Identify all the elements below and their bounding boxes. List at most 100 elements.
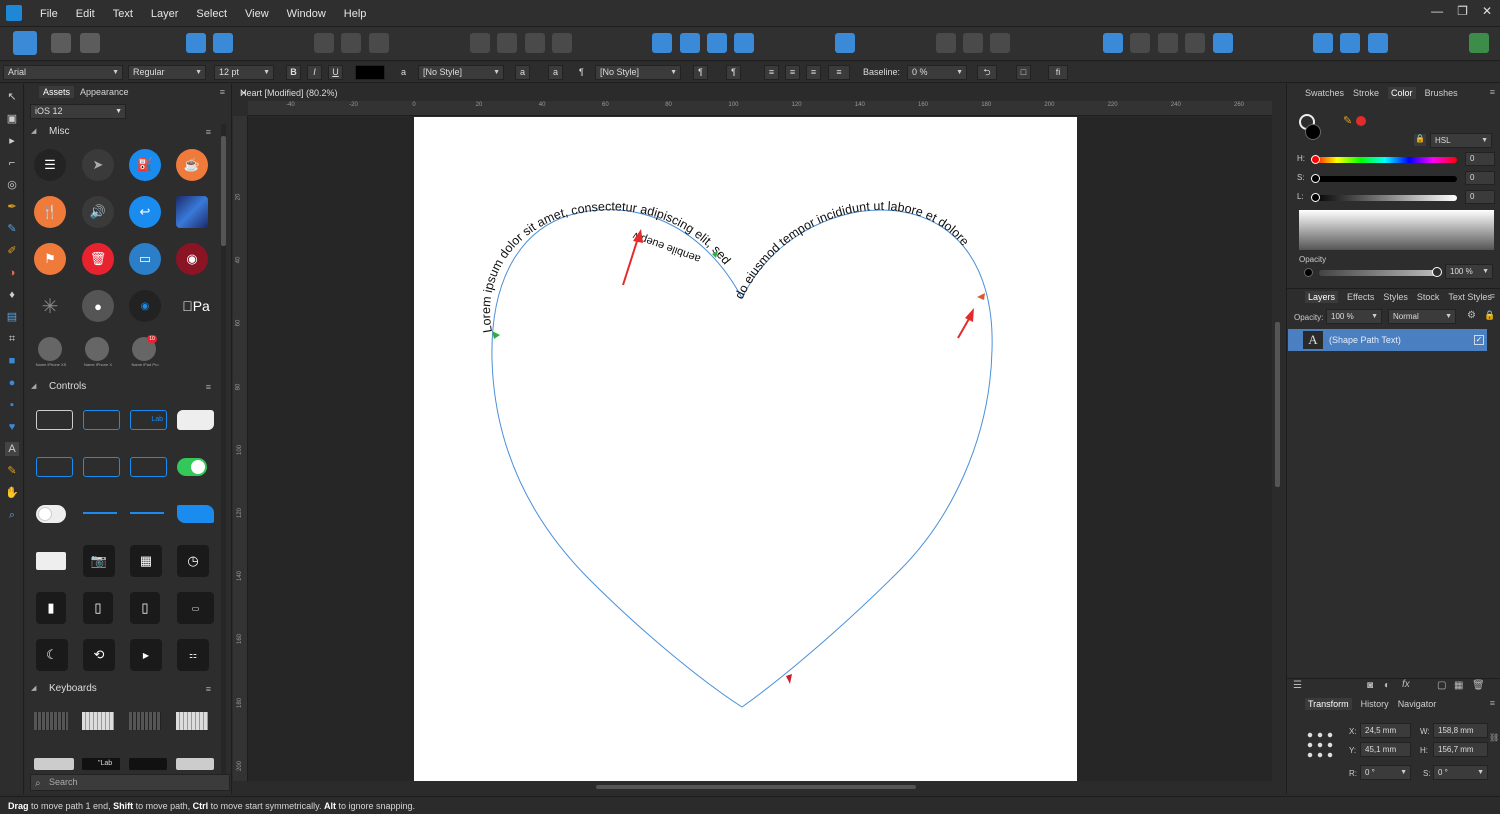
asset-timer-icon[interactable]: ◷	[177, 545, 209, 577]
export-persona-icon[interactable]	[80, 33, 100, 53]
asset-screen-mirroring[interactable]: ▭	[177, 592, 214, 624]
opacity-knob[interactable]	[1432, 267, 1442, 277]
saturation-value[interactable]: 0	[1465, 171, 1495, 185]
font-family-select[interactable]: Arial ▼	[3, 65, 123, 80]
add-layer-icon[interactable]: ▢	[1437, 680, 1446, 691]
artboard-page[interactable]	[414, 117, 1077, 781]
canvas-horizontal-scrollbar[interactable]	[248, 782, 1272, 792]
asset-toggle-off[interactable]	[36, 505, 66, 523]
shear-field[interactable]: 0 ° ▼	[1433, 765, 1488, 780]
lock-icon[interactable]: 🔒	[1484, 310, 1495, 321]
boolean-intersect-icon[interactable]	[1185, 33, 1205, 53]
asset-key-light-2[interactable]	[176, 758, 214, 770]
saturation-track[interactable]	[1313, 176, 1457, 182]
asset-list-icon[interactable]: ☰	[34, 149, 66, 181]
rounded-rectangle-tool-icon[interactable]: ▪	[5, 398, 19, 412]
asset-connectivity-grid[interactable]: ⚏	[177, 639, 209, 671]
asset-flashlight-icon[interactable]: ▮	[36, 592, 66, 624]
tab-appearance[interactable]: Appearance	[80, 87, 129, 97]
fill-tool-icon[interactable]: ◑	[5, 266, 19, 280]
hue-value[interactable]: 0	[1465, 152, 1495, 166]
canvas-horizontal-scrollbar-thumb[interactable]	[596, 785, 916, 789]
canvas-vertical-scrollbar-thumb[interactable]	[1275, 322, 1280, 487]
close-window-button[interactable]: ✕	[1482, 4, 1492, 18]
assets-search-input[interactable]: ⌕ Search	[30, 774, 230, 791]
asset-keyboard-dark-2[interactable]	[129, 712, 161, 730]
menu-file[interactable]: File	[40, 8, 68, 20]
justify-button[interactable]: ≡	[828, 65, 850, 80]
asset-brightness-slider[interactable]: ▯	[83, 592, 113, 624]
asset-moon-icon[interactable]: ☾	[36, 639, 68, 671]
node-tool-icon[interactable]: ▸	[5, 134, 19, 148]
text-frame-button[interactable]: □	[1016, 65, 1031, 80]
underline-button[interactable]: U	[328, 65, 343, 80]
tab-color[interactable]: Color	[1388, 87, 1416, 99]
transform-anchor-grid[interactable]	[1305, 730, 1335, 760]
asset-outline-field-3[interactable]	[130, 457, 167, 477]
asset-keyboard-bar[interactable]	[36, 552, 66, 570]
paragraph-button[interactable]: ¶	[726, 65, 741, 80]
asset-restaurant-icon[interactable]: 🍴	[34, 196, 66, 228]
restore-button[interactable]: ❐	[1457, 4, 1468, 18]
fx-icon[interactable]: fx	[1402, 679, 1410, 690]
asset-outline-field-2[interactable]	[83, 457, 120, 477]
section-controls[interactable]: ◢ Controls ≡	[25, 379, 215, 395]
flip-path-text-button[interactable]: ⮌	[977, 65, 997, 80]
clear-char-format-icon[interactable]: a	[515, 65, 530, 80]
document-tab[interactable]: Heart [Modified] (80.2%) ✕	[233, 86, 1283, 100]
tab-navigator[interactable]: Navigator	[1398, 699, 1437, 709]
asset-key-labeled[interactable]: "Lab	[82, 758, 120, 770]
asset-key-light[interactable]	[34, 758, 74, 770]
arrange-forward-icon[interactable]	[525, 33, 545, 53]
snapping-icon[interactable]	[213, 33, 233, 53]
asset-trash-icon[interactable]: 🗑	[82, 243, 114, 275]
asset-white-field[interactable]	[177, 410, 214, 430]
asset-volume-icon[interactable]: 🔊	[82, 196, 114, 228]
menu-edit[interactable]: Edit	[76, 8, 105, 20]
asset-slider-1[interactable]	[83, 512, 117, 514]
tab-swatches[interactable]: Swatches	[1305, 88, 1344, 98]
link-proportions-icon[interactable]: ⛓	[1489, 733, 1499, 742]
close-document-icon[interactable]: ✕	[240, 88, 1275, 99]
saturation-knob[interactable]	[1311, 174, 1320, 183]
view-hand-tool-icon[interactable]: ✋	[5, 486, 19, 500]
w-field[interactable]: 158,8 mm	[1433, 723, 1488, 738]
tab-stock[interactable]: Stock	[1417, 292, 1440, 302]
asset-media-player[interactable]: ▶	[130, 639, 162, 671]
asset-rotation-lock-icon[interactable]: ⟲	[83, 639, 115, 671]
asset-camera-icon[interactable]: 📷	[83, 545, 115, 577]
quick-fx-icon[interactable]	[1313, 33, 1333, 53]
tab-history[interactable]: History	[1361, 699, 1389, 709]
lightness-track[interactable]	[1313, 195, 1457, 201]
pixel-persona-icon[interactable]	[51, 33, 71, 53]
asset-name-iphone-x[interactable]	[85, 337, 109, 361]
menu-help[interactable]: Help	[344, 8, 377, 20]
section-keyboards[interactable]: ◢ Keyboards ≡	[25, 681, 215, 697]
tab-assets[interactable]: Assets	[39, 86, 75, 98]
panel-menu-icon[interactable]: ≡	[1490, 698, 1495, 708]
menu-text[interactable]: Text	[113, 8, 143, 20]
asset-fuel-icon[interactable]: ⛽	[129, 149, 161, 181]
rotate-left-icon[interactable]	[707, 33, 727, 53]
asset-keyboard-light-2[interactable]	[176, 712, 208, 730]
asset-apple-pay-icon[interactable]: Pa	[176, 290, 216, 322]
menu-window[interactable]: Window	[287, 8, 336, 20]
color-model-select[interactable]: HSL ▼	[1430, 133, 1492, 148]
asset-blue-button[interactable]	[177, 505, 214, 523]
asset-key-dark[interactable]	[129, 758, 167, 770]
asset-volume-slider[interactable]: ▯	[130, 592, 160, 624]
asset-flag-icon[interactable]: ⚑	[34, 243, 66, 275]
menu-view[interactable]: View	[245, 8, 279, 20]
asset-toggle-on[interactable]	[177, 458, 207, 476]
section-menu-icon[interactable]: ≡	[206, 681, 211, 697]
asset-text-field-blue[interactable]	[83, 410, 120, 430]
asset-category-select[interactable]: iOS 12 ▼	[30, 104, 126, 119]
place-image-tool-icon[interactable]: ▤	[5, 310, 19, 324]
boolean-divide-icon[interactable]	[1213, 33, 1233, 53]
section-menu-icon[interactable]: ≡	[206, 379, 211, 395]
layer-opacity-field[interactable]: 100 % ▼	[1326, 309, 1382, 324]
asset-calculator-icon[interactable]: ▦	[130, 545, 162, 577]
fill-color-well[interactable]	[1305, 124, 1321, 140]
lightness-slider[interactable]: L: 0	[1297, 190, 1495, 204]
hue-slider[interactable]: H: 0	[1297, 152, 1495, 166]
